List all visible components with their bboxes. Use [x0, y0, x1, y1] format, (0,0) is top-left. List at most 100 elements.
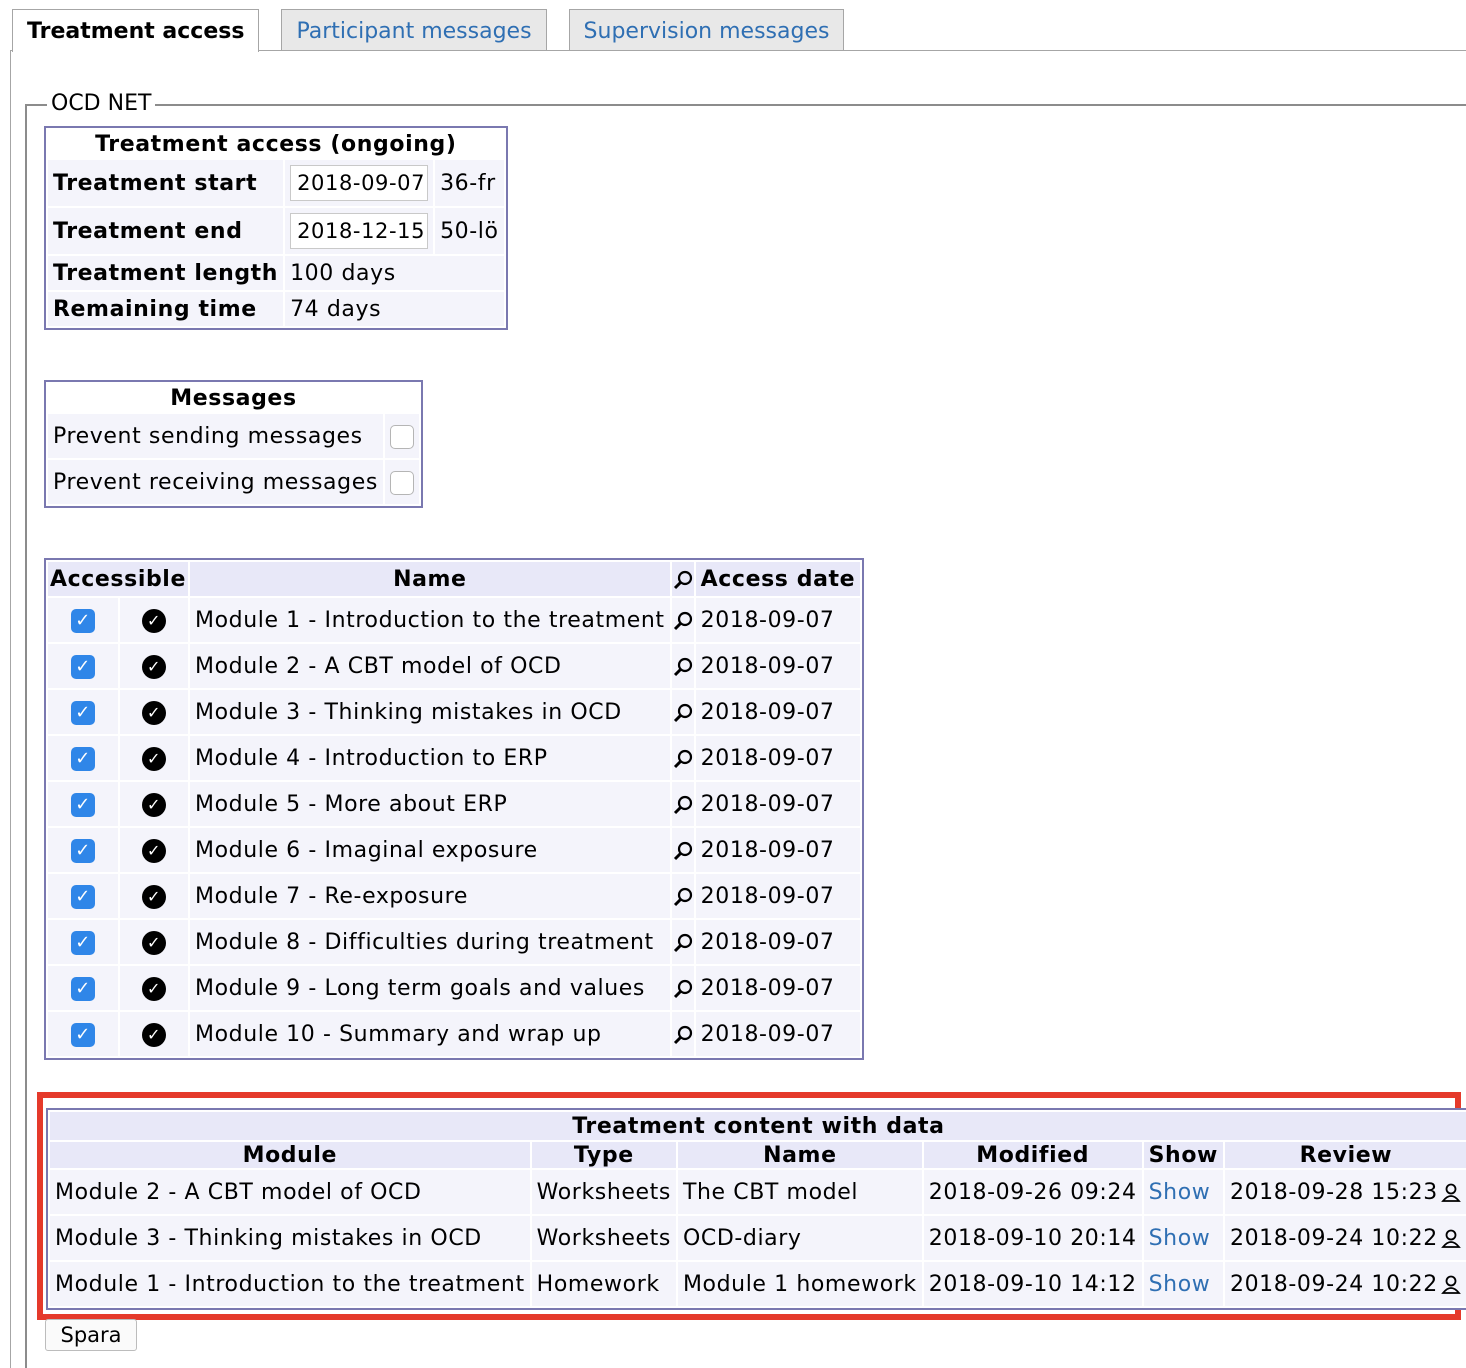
col-content-name: Name: [677, 1142, 922, 1168]
col-accessible: Accessible: [48, 562, 188, 596]
search-icon[interactable]: [672, 656, 694, 678]
prevent-receiving-label: Prevent receiving messages: [48, 460, 383, 504]
module-access-date[interactable]: 2018-09-07: [695, 690, 861, 734]
fieldset-legend: OCD NET: [47, 91, 156, 117]
content-modified: 2018-09-26 09:24: [923, 1170, 1142, 1214]
show-link[interactable]: Show: [1149, 1226, 1211, 1251]
module-accessible-checkbox[interactable]: ✓: [71, 746, 96, 771]
module-accessible-checkbox[interactable]: ✓: [71, 930, 96, 955]
col-access-date: Access date: [695, 562, 861, 596]
treatment-end-week: 50-lö: [435, 208, 504, 254]
search-icon[interactable]: [672, 794, 694, 816]
prevent-sending-label: Prevent sending messages: [48, 414, 383, 458]
search-icon[interactable]: [672, 932, 694, 954]
content-module: Module 3 - Thinking mistakes in OCD: [50, 1216, 530, 1260]
module-access-date[interactable]: 2018-09-07: [695, 1012, 861, 1056]
check-circle-icon: ✓: [142, 608, 167, 633]
module-row: ✓ ✓ Module 5 - More about ERP 2018-09-07: [48, 782, 861, 826]
module-access-date[interactable]: 2018-09-07: [695, 828, 861, 872]
messages-caption: Messages: [170, 385, 297, 411]
remaining-time-value: 74 days: [285, 292, 504, 326]
module-accessible-checkbox[interactable]: ✓: [71, 654, 96, 679]
module-row: ✓ ✓ Module 6 - Imaginal exposure 2018-09-07: [48, 828, 861, 872]
check-circle-icon: ✓: [142, 700, 167, 725]
module-access-date[interactable]: 2018-09-07: [695, 598, 861, 642]
module-access-date[interactable]: 2018-09-07: [695, 920, 861, 964]
content-type: Worksheets: [531, 1170, 676, 1214]
module-name: Module 2 - A CBT model of OCD: [189, 644, 670, 688]
module-row: ✓ ✓ Module 10 - Summary and wrap up 2018-09…: [48, 1012, 861, 1056]
module-accessible-checkbox[interactable]: ✓: [71, 838, 96, 863]
modules-table: Accessible Name Access date ✓ ✓ Module 1 -…: [44, 558, 865, 1060]
show-link[interactable]: Show: [1149, 1272, 1211, 1297]
check-circle-icon: ✓: [142, 1022, 167, 1047]
tab-supervision-messages[interactable]: Supervision messages: [568, 9, 845, 51]
col-review: Review: [1224, 1142, 1466, 1168]
check-circle-icon: ✓: [142, 884, 167, 909]
treatment-content-caption: Treatment content with data: [50, 1112, 1466, 1140]
module-name: Module 10 - Summary and wrap up: [189, 1012, 670, 1056]
module-name: Module 9 - Long term goals and values: [189, 966, 670, 1010]
reviewer-icon: [1440, 1275, 1461, 1294]
treatment-start-input[interactable]: 2018-09-07: [290, 165, 429, 201]
module-accessible-checkbox[interactable]: ✓: [71, 700, 96, 725]
treatment-start-label: Treatment start: [48, 160, 284, 206]
check-circle-icon: ✓: [142, 746, 167, 771]
content-module: Module 1 - Introduction to the treatment: [50, 1262, 530, 1306]
module-name: Module 8 - Difficulties during treatment: [189, 920, 670, 964]
prevent-sending-checkbox[interactable]: [389, 424, 414, 449]
module-access-date[interactable]: 2018-09-07: [695, 644, 861, 688]
module-row: ✓ ✓ Module 2 - A CBT model of OCD 2018-09-0…: [48, 644, 861, 688]
module-name: Module 4 - Introduction to ERP: [189, 736, 670, 780]
prevent-receiving-checkbox[interactable]: [389, 470, 414, 495]
module-access-date[interactable]: 2018-09-07: [695, 736, 861, 780]
module-accessible-checkbox[interactable]: ✓: [71, 792, 96, 817]
check-circle-icon: ✓: [142, 792, 167, 817]
module-accessible-checkbox[interactable]: ✓: [71, 976, 96, 1001]
search-icon[interactable]: [672, 840, 694, 862]
col-type: Type: [531, 1142, 676, 1168]
module-name: Module 3 - Thinking mistakes in OCD: [189, 690, 670, 734]
search-icon[interactable]: [672, 748, 694, 770]
search-icon[interactable]: [672, 702, 694, 724]
treatment-end-input[interactable]: 2018-12-15: [290, 213, 429, 249]
col-show: Show: [1143, 1142, 1223, 1168]
module-access-date[interactable]: 2018-09-07: [695, 782, 861, 826]
search-icon[interactable]: [672, 978, 694, 1000]
reviewer-icon: [1440, 1183, 1461, 1202]
module-accessible-checkbox[interactable]: ✓: [71, 1022, 96, 1047]
content-module: Module 2 - A CBT model of OCD: [50, 1170, 530, 1214]
content-row: Module 3 - Thinking mistakes in OCD Works…: [50, 1216, 1466, 1260]
module-row: ✓ ✓ Module 7 - Re-exposure 2018-09-07: [48, 874, 861, 918]
tab-participant-messages[interactable]: Participant messages: [281, 9, 547, 51]
module-name: Module 6 - Imaginal exposure: [189, 828, 670, 872]
search-icon: [673, 570, 692, 589]
module-accessible-checkbox[interactable]: ✓: [71, 884, 96, 909]
messages-table: Messages Prevent sending messages Preven…: [44, 380, 423, 508]
content-name: OCD-diary: [677, 1216, 922, 1260]
treatment-length-value: 100 days: [285, 256, 504, 290]
check-circle-icon: ✓: [142, 930, 167, 955]
module-access-date[interactable]: 2018-09-07: [695, 966, 861, 1010]
tab-treatment-access[interactable]: Treatment access: [12, 9, 260, 52]
show-link[interactable]: Show: [1149, 1180, 1211, 1205]
check-circle-icon: ✓: [142, 838, 167, 863]
save-button[interactable]: Spara: [45, 1319, 137, 1351]
content-type: Worksheets: [531, 1216, 676, 1260]
col-module: Module: [50, 1142, 530, 1168]
content-name: Module 1 homework: [677, 1262, 922, 1306]
search-icon[interactable]: [672, 886, 694, 908]
treatment-access-caption: Treatment access (ongoing): [95, 131, 457, 157]
content-modified: 2018-09-10 14:12: [923, 1262, 1142, 1306]
module-row: ✓ ✓ Module 4 - Introduction to ERP 2018-09-…: [48, 736, 861, 780]
col-name: Name: [189, 562, 670, 596]
treatment-length-label: Treatment length: [48, 256, 284, 290]
search-icon[interactable]: [672, 1024, 694, 1046]
review-date: 2018-09-24 10:22: [1229, 1225, 1438, 1251]
content-row: Module 2 - A CBT model of OCD Worksheets T…: [50, 1170, 1466, 1214]
treatment-access-table: Treatment access (ongoing) Treatment sta…: [44, 126, 508, 330]
module-row: ✓ ✓ Module 9 - Long term goals and values 2…: [48, 966, 861, 1010]
module-accessible-checkbox[interactable]: ✓: [71, 608, 96, 633]
search-icon[interactable]: [672, 610, 694, 632]
module-access-date[interactable]: 2018-09-07: [695, 874, 861, 918]
